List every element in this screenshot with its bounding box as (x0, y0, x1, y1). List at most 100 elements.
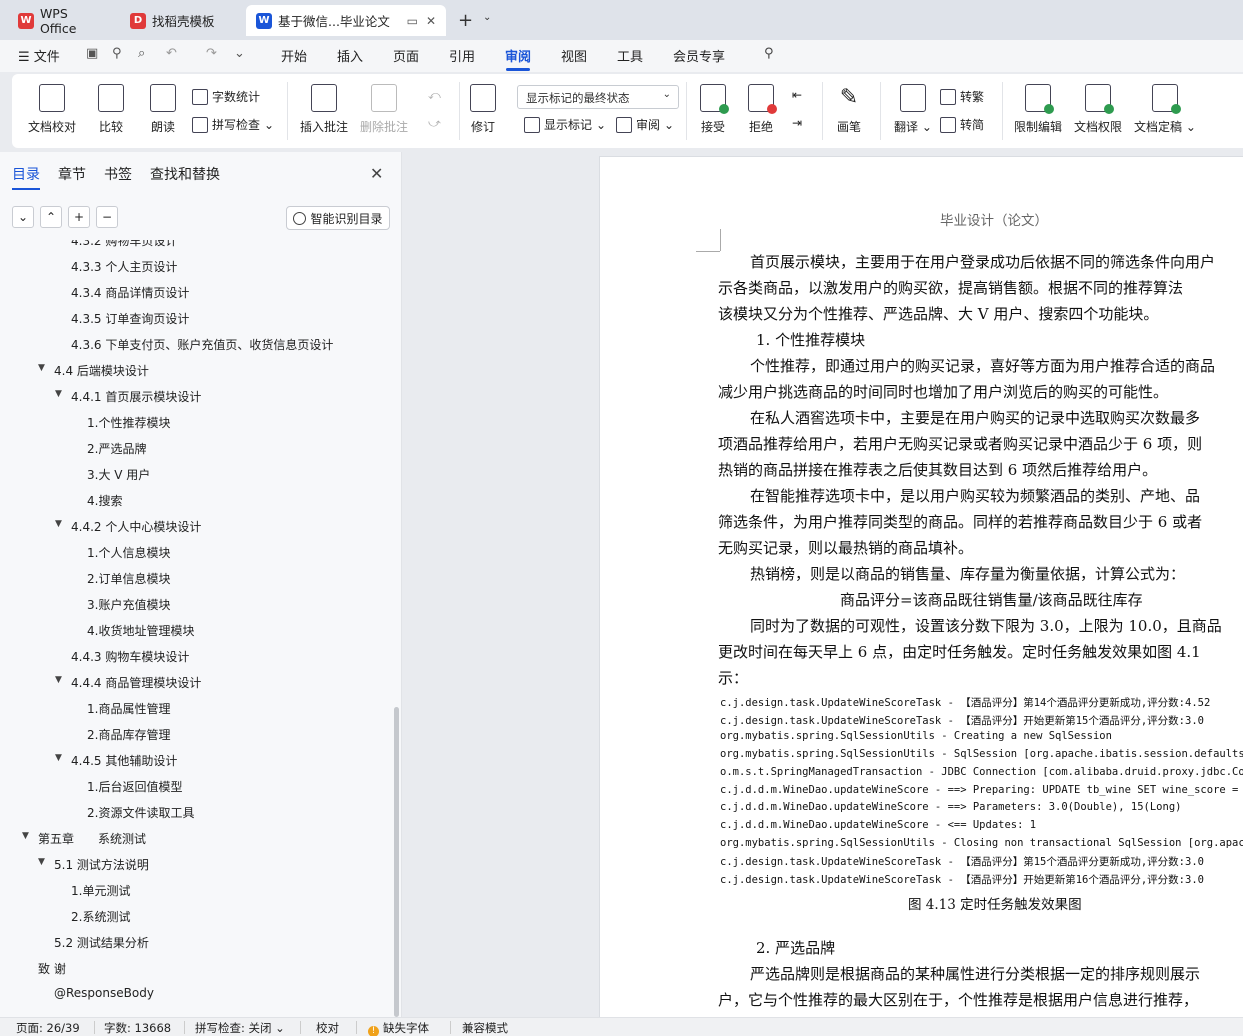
menu-page[interactable]: 页面 (393, 46, 419, 65)
tab-bookmarks[interactable]: 书签 (104, 164, 132, 184)
remove-icon[interactable]: − (96, 206, 118, 228)
expand-arrow-icon[interactable]: ▼ (55, 753, 62, 763)
to-simplified-button[interactable]: 转简 (940, 116, 984, 133)
toc-item[interactable]: ▼ 4.4.4 商品管理模块设计 (55, 674, 201, 691)
tab-toc[interactable]: 目录 (12, 164, 40, 184)
toc-item[interactable]: 1.商品属性管理 (87, 700, 170, 717)
save-icon[interactable]: ▣ (86, 46, 98, 61)
expand-arrow-icon[interactable]: ▼ (38, 857, 45, 867)
review-pane-button[interactable]: 审阅 ⌄ (616, 116, 674, 133)
delete-comment-button[interactable]: 删除批注 (360, 84, 408, 135)
toc-item[interactable]: 3.账户充值模块 (87, 596, 170, 613)
word-count[interactable]: 字数: 13668 (104, 1020, 171, 1036)
tab-wps-office[interactable]: W WPS Office (8, 5, 118, 36)
expand-down-icon[interactable]: ⌄ (12, 206, 34, 228)
toc-item[interactable]: ▼ 5.1 测试方法说明 (38, 856, 149, 873)
close-tab-icon[interactable]: ✕ (426, 14, 436, 28)
pen-button[interactable]: ✎ 画笔 (836, 84, 862, 135)
toc-item[interactable]: 4.3.2 购物车页设计 (71, 240, 177, 249)
toc-item[interactable]: 4.3.3 个人主页设计 (71, 258, 177, 275)
more-icon[interactable]: ⌄ (234, 46, 245, 61)
expand-arrow-icon[interactable]: ▼ (55, 389, 62, 399)
insert-comment-button[interactable]: 插入批注 (300, 84, 348, 135)
expand-arrow-icon[interactable]: ▼ (55, 519, 62, 529)
chevron-down-icon[interactable]: ⌄ (483, 12, 491, 23)
show-markup-button[interactable]: 显示标记 ⌄ (524, 116, 606, 133)
toc-item[interactable]: 2.系统测试 (71, 908, 130, 925)
toc-item[interactable]: 2.严选品牌 (87, 440, 146, 457)
share-icon[interactable]: ⚲ (112, 46, 122, 61)
toc-item[interactable]: 4.3.6 下单支付页、账户充值页、收货信息页设计 (71, 336, 333, 353)
toc-item[interactable]: 3.大 V 用户 (87, 466, 150, 483)
toc-item[interactable]: 1.单元测试 (71, 882, 130, 899)
tab-find-replace[interactable]: 查找和替换 (150, 164, 220, 184)
menu-insert[interactable]: 插入 (337, 46, 363, 65)
next-comment-icon[interactable]: ⤻ (428, 116, 441, 131)
tab-document[interactable]: W 基于微信...毕业论文 ▭ ✕ (246, 5, 446, 36)
smart-toc-button[interactable]: 智能识别目录 (286, 206, 390, 230)
reject-button[interactable]: 拒绝 (748, 84, 777, 135)
search-icon[interactable]: ⚲ (764, 46, 774, 61)
toc-item[interactable]: 致 谢 (38, 960, 66, 977)
add-icon[interactable]: + (68, 206, 90, 228)
toc-item[interactable]: 2.订单信息模块 (87, 570, 170, 587)
menu-reference[interactable]: 引用 (449, 46, 475, 65)
menu-start[interactable]: 开始 (281, 46, 307, 65)
collapse-up-icon[interactable]: ⌃ (40, 206, 62, 228)
read-aloud-button[interactable]: 朗读 (150, 84, 176, 135)
toc-item[interactable]: 4.收货地址管理模块 (87, 622, 194, 639)
file-menu[interactable]: ☰ 文件 (18, 46, 60, 65)
toc-item[interactable]: 1.个性推荐模块 (87, 414, 170, 431)
toc-item[interactable]: ▼ 4.4 后端模块设计 (38, 362, 149, 379)
toc-item[interactable]: ▼ 第五章 系统测试 (22, 830, 146, 847)
doc-permission-button[interactable]: 文档权限 (1074, 84, 1122, 135)
preview-icon[interactable]: ⌕ (138, 46, 145, 61)
toc-item[interactable]: 2.商品库存管理 (87, 726, 170, 743)
expand-arrow-icon[interactable]: ▼ (22, 831, 29, 841)
toc-item[interactable]: 4.3.5 订单查询页设计 (71, 310, 189, 327)
menu-member[interactable]: 会员专享 (673, 46, 725, 65)
toc-item[interactable]: @ResponseBody (54, 986, 154, 1000)
toc-item[interactable]: 4.搜索 (87, 492, 122, 509)
menu-tools[interactable]: 工具 (617, 46, 643, 65)
finalize-button[interactable]: 文档定稿 ⌄ (1134, 84, 1196, 135)
toc-item[interactable]: 4.3.4 商品详情页设计 (71, 284, 189, 301)
track-changes-button[interactable]: 修订 (470, 84, 496, 135)
prev-change-icon[interactable]: ⇤ (792, 88, 802, 102)
restrict-edit-button[interactable]: 限制编辑 (1014, 84, 1062, 135)
toc-item[interactable]: 1.后台返回值模型 (87, 778, 182, 795)
to-traditional-button[interactable]: 转繁 (940, 88, 984, 105)
menu-view[interactable]: 视图 (561, 46, 587, 65)
proofread-button[interactable]: 文档校对 (28, 84, 76, 135)
missing-font-status[interactable]: ! 缺失字体 (368, 1020, 429, 1036)
tab-chapters[interactable]: 章节 (58, 164, 86, 184)
prev-comment-icon[interactable]: ⤺ (428, 88, 441, 103)
menu-review[interactable]: 审阅 (505, 46, 531, 65)
toc-item[interactable]: 2.资源文件读取工具 (87, 804, 194, 821)
compare-button[interactable]: 比较 (98, 84, 124, 135)
toc-item[interactable]: 5.2 测试结果分析 (54, 934, 149, 951)
undo-icon[interactable]: ↶ (166, 46, 177, 61)
tab-template[interactable]: D 找稻壳模板 (120, 5, 242, 36)
accept-button[interactable]: 接受 (700, 84, 729, 135)
toc-item[interactable]: 1.个人信息模块 (87, 544, 170, 561)
proof-status[interactable]: 校对 (316, 1020, 339, 1036)
redo-icon[interactable]: ↷ (206, 46, 217, 61)
scrollbar[interactable] (394, 707, 399, 1017)
spell-check-button[interactable]: 拼写检查 ⌄ (192, 116, 274, 133)
page-indicator[interactable]: 页面: 26/39 (16, 1020, 80, 1036)
toc-item[interactable]: ▼ 4.4.2 个人中心模块设计 (55, 518, 201, 535)
toc-item[interactable]: ▼ 4.4.5 其他辅助设计 (55, 752, 177, 769)
close-icon[interactable]: ✕ (370, 164, 383, 183)
spell-check-status[interactable]: 拼写检查: 关闭 ⌄ (195, 1020, 285, 1036)
translate-button[interactable]: 翻译 ⌄ (894, 84, 932, 135)
toc-item[interactable]: ▼ 4.4.1 首页展示模块设计 (55, 388, 201, 405)
expand-arrow-icon[interactable]: ▼ (55, 675, 62, 685)
next-change-icon[interactable]: ⇥ (792, 116, 802, 130)
new-tab-icon[interactable]: + (458, 10, 473, 31)
markup-state-select[interactable]: 显示标记的最终状态 ⌄ (517, 85, 679, 109)
window-icon[interactable]: ▭ (407, 14, 418, 28)
expand-arrow-icon[interactable]: ▼ (38, 363, 45, 373)
word-count-button[interactable]: 字数统计 (192, 88, 260, 105)
toc-item[interactable]: 4.4.3 购物车模块设计 (71, 648, 189, 665)
